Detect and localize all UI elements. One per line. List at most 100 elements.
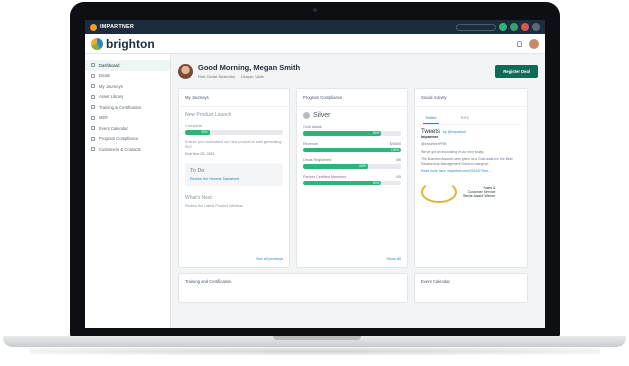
journey-status: Complete	[185, 123, 203, 128]
deals-icon	[91, 73, 95, 78]
tweet-author[interactable]: Impartner	[421, 135, 521, 139]
help-icon[interactable]	[510, 23, 518, 31]
tab-twitter[interactable]: Twitter	[423, 112, 439, 124]
events-card: Event Calendar	[414, 273, 528, 303]
compliance-row: Revenue $/5000	[303, 142, 401, 146]
laptop-mockup: IMPARTNER brighton Dashboard Deals My Jo…	[0, 0, 629, 366]
next-title: What's Next	[185, 194, 212, 201]
compliance-progress-fill: 66%	[303, 164, 368, 169]
tweet-text: The Brandon Awards have given us a Gold …	[421, 157, 513, 166]
dashboard-icon	[91, 63, 95, 68]
compliance-value: $/5000	[389, 141, 401, 146]
compliance-progress-fill: 100%	[303, 147, 401, 152]
todo-item[interactable]: Review the Newest Datasheet	[190, 177, 278, 181]
camera-dot	[313, 8, 317, 12]
user-icon[interactable]	[499, 23, 507, 31]
compliance-progress-bar: 100%	[303, 147, 401, 152]
compliance-row: Gold status	[303, 125, 401, 129]
sidebar-item-assets[interactable]: Asset Library	[85, 92, 170, 103]
todo-box: To Do Review the Newest Datasheet	[185, 162, 283, 186]
card-title: Program Compliance	[297, 89, 407, 107]
compliance-row: Partner Certified Members 4/5	[303, 175, 401, 179]
compliance-progress-bar: 80%	[303, 180, 401, 185]
compliance-row: Deals Registered 4/6	[303, 158, 401, 162]
training-card: Training and Certification	[178, 273, 408, 303]
journey-icon	[91, 84, 95, 89]
user-avatar	[178, 63, 193, 79]
app-screen: IMPARTNER brighton Dashboard Deals My Jo…	[85, 20, 545, 328]
bell-icon[interactable]	[517, 40, 522, 47]
compliance-label: Revenue	[303, 141, 318, 146]
notification-icon[interactable]	[521, 23, 529, 31]
see-all-journeys-link[interactable]: See all journeys	[256, 257, 283, 261]
compliance-progress-bar: 80%	[303, 131, 401, 136]
card-title: Social Activity	[415, 89, 527, 107]
laptop-shadow	[30, 347, 600, 355]
journey-progress-bar: 25%	[185, 130, 283, 135]
tweet-text: We've got an innovating in our next toda…	[421, 149, 484, 154]
compliance-value: 4/6	[395, 158, 401, 162]
journey-title[interactable]: New Product Launch	[185, 112, 283, 118]
greeting-header: Good Morning, Megan Smith Red Cedar Netw…	[178, 59, 538, 83]
sidebar-item-events[interactable]: Event Calendar	[85, 123, 170, 134]
todo-title: To Do	[190, 167, 205, 174]
sidebar: Dashboard Deals My Journeys Asset Librar…	[85, 54, 171, 328]
compliance-progress-fill: 80%	[303, 180, 382, 185]
contacts-icon	[91, 147, 95, 152]
laptop-lid: IMPARTNER brighton Dashboard Deals My Jo…	[70, 2, 560, 338]
sidebar-item-compliance[interactable]: Program Compliance	[85, 134, 170, 145]
greeting-title: Good Morning, Megan Smith	[198, 63, 301, 72]
compliance-label: Partner Certified Members	[303, 174, 347, 179]
award-image: Sales & Customer Service Stevie Award Wi…	[421, 180, 521, 203]
journey-progress-fill: 25%	[185, 130, 210, 135]
brand-name: brighton	[106, 36, 155, 51]
card-title: My Journeys	[179, 89, 289, 107]
compliance-value: 4/5	[395, 174, 401, 179]
calendar-icon	[91, 126, 95, 131]
folder-icon	[91, 94, 95, 99]
avatar[interactable]	[529, 38, 539, 49]
tier-badge: Silver	[303, 112, 401, 119]
tweet-handle: @ImpartnerPRM	[421, 142, 447, 146]
laptop-base	[3, 336, 626, 347]
social-card: Social Activity Twitter RSS Tweets by @Im…	[414, 88, 528, 268]
money-icon	[91, 115, 95, 120]
top-bar: IMPARTNER	[85, 20, 545, 34]
journey-due: Due Nov 29, 2021	[185, 151, 215, 156]
journey-description: Ensure you understand our new product to…	[185, 139, 282, 149]
impartner-logo-icon	[90, 23, 97, 31]
laurel-icon	[421, 180, 457, 203]
brand-bar: brighton	[85, 34, 545, 54]
register-deal-button[interactable]: Register Deal	[495, 64, 538, 78]
search-input[interactable]	[456, 23, 496, 31]
top-brand: IMPARTNER	[100, 24, 135, 30]
sidebar-item-customers[interactable]: Customers & Contacts	[85, 144, 170, 155]
check-icon	[91, 136, 95, 141]
journeys-card: My Journeys New Product Launch Complete …	[178, 88, 290, 268]
show-all-link[interactable]: Show All	[386, 257, 401, 261]
brighton-logo-icon	[91, 37, 103, 50]
certificate-icon	[91, 105, 95, 110]
sidebar-item-journeys[interactable]: My Journeys	[85, 81, 170, 92]
compliance-progress-fill: 80%	[303, 131, 382, 136]
settings-icon[interactable]	[532, 23, 540, 31]
laptop-notch	[273, 336, 361, 340]
tab-rss[interactable]: RSS	[459, 112, 471, 124]
compliance-card: Program Compliance Silver Gold status 80%…	[296, 88, 408, 268]
company-name: Red Cedar Networks	[198, 74, 236, 79]
sidebar-item-dashboard[interactable]: Dashboard	[85, 60, 170, 71]
location: Draper, Utah	[241, 74, 264, 79]
compliance-label: Gold status	[303, 125, 322, 129]
award-line: Stevie Award Winner	[463, 193, 496, 198]
tweet-link[interactable]: Read more here: impartner.com/2021/07/br…	[421, 169, 521, 174]
main-content: Good Morning, Megan Smith Red Cedar Netw…	[171, 54, 545, 328]
medal-icon	[303, 112, 310, 119]
tier-label: Silver	[313, 112, 331, 119]
next-item[interactable]: Review the Latest Product Webinar	[185, 204, 283, 208]
compliance-progress-bar: 66%	[303, 164, 401, 169]
sidebar-item-training[interactable]: Training & Certification	[85, 102, 170, 113]
compliance-label: Deals Registered	[303, 158, 332, 162]
award-line: Customer Service	[467, 189, 496, 194]
sidebar-item-mdf[interactable]: MDF	[85, 113, 170, 124]
sidebar-item-deals[interactable]: Deals	[85, 71, 170, 82]
